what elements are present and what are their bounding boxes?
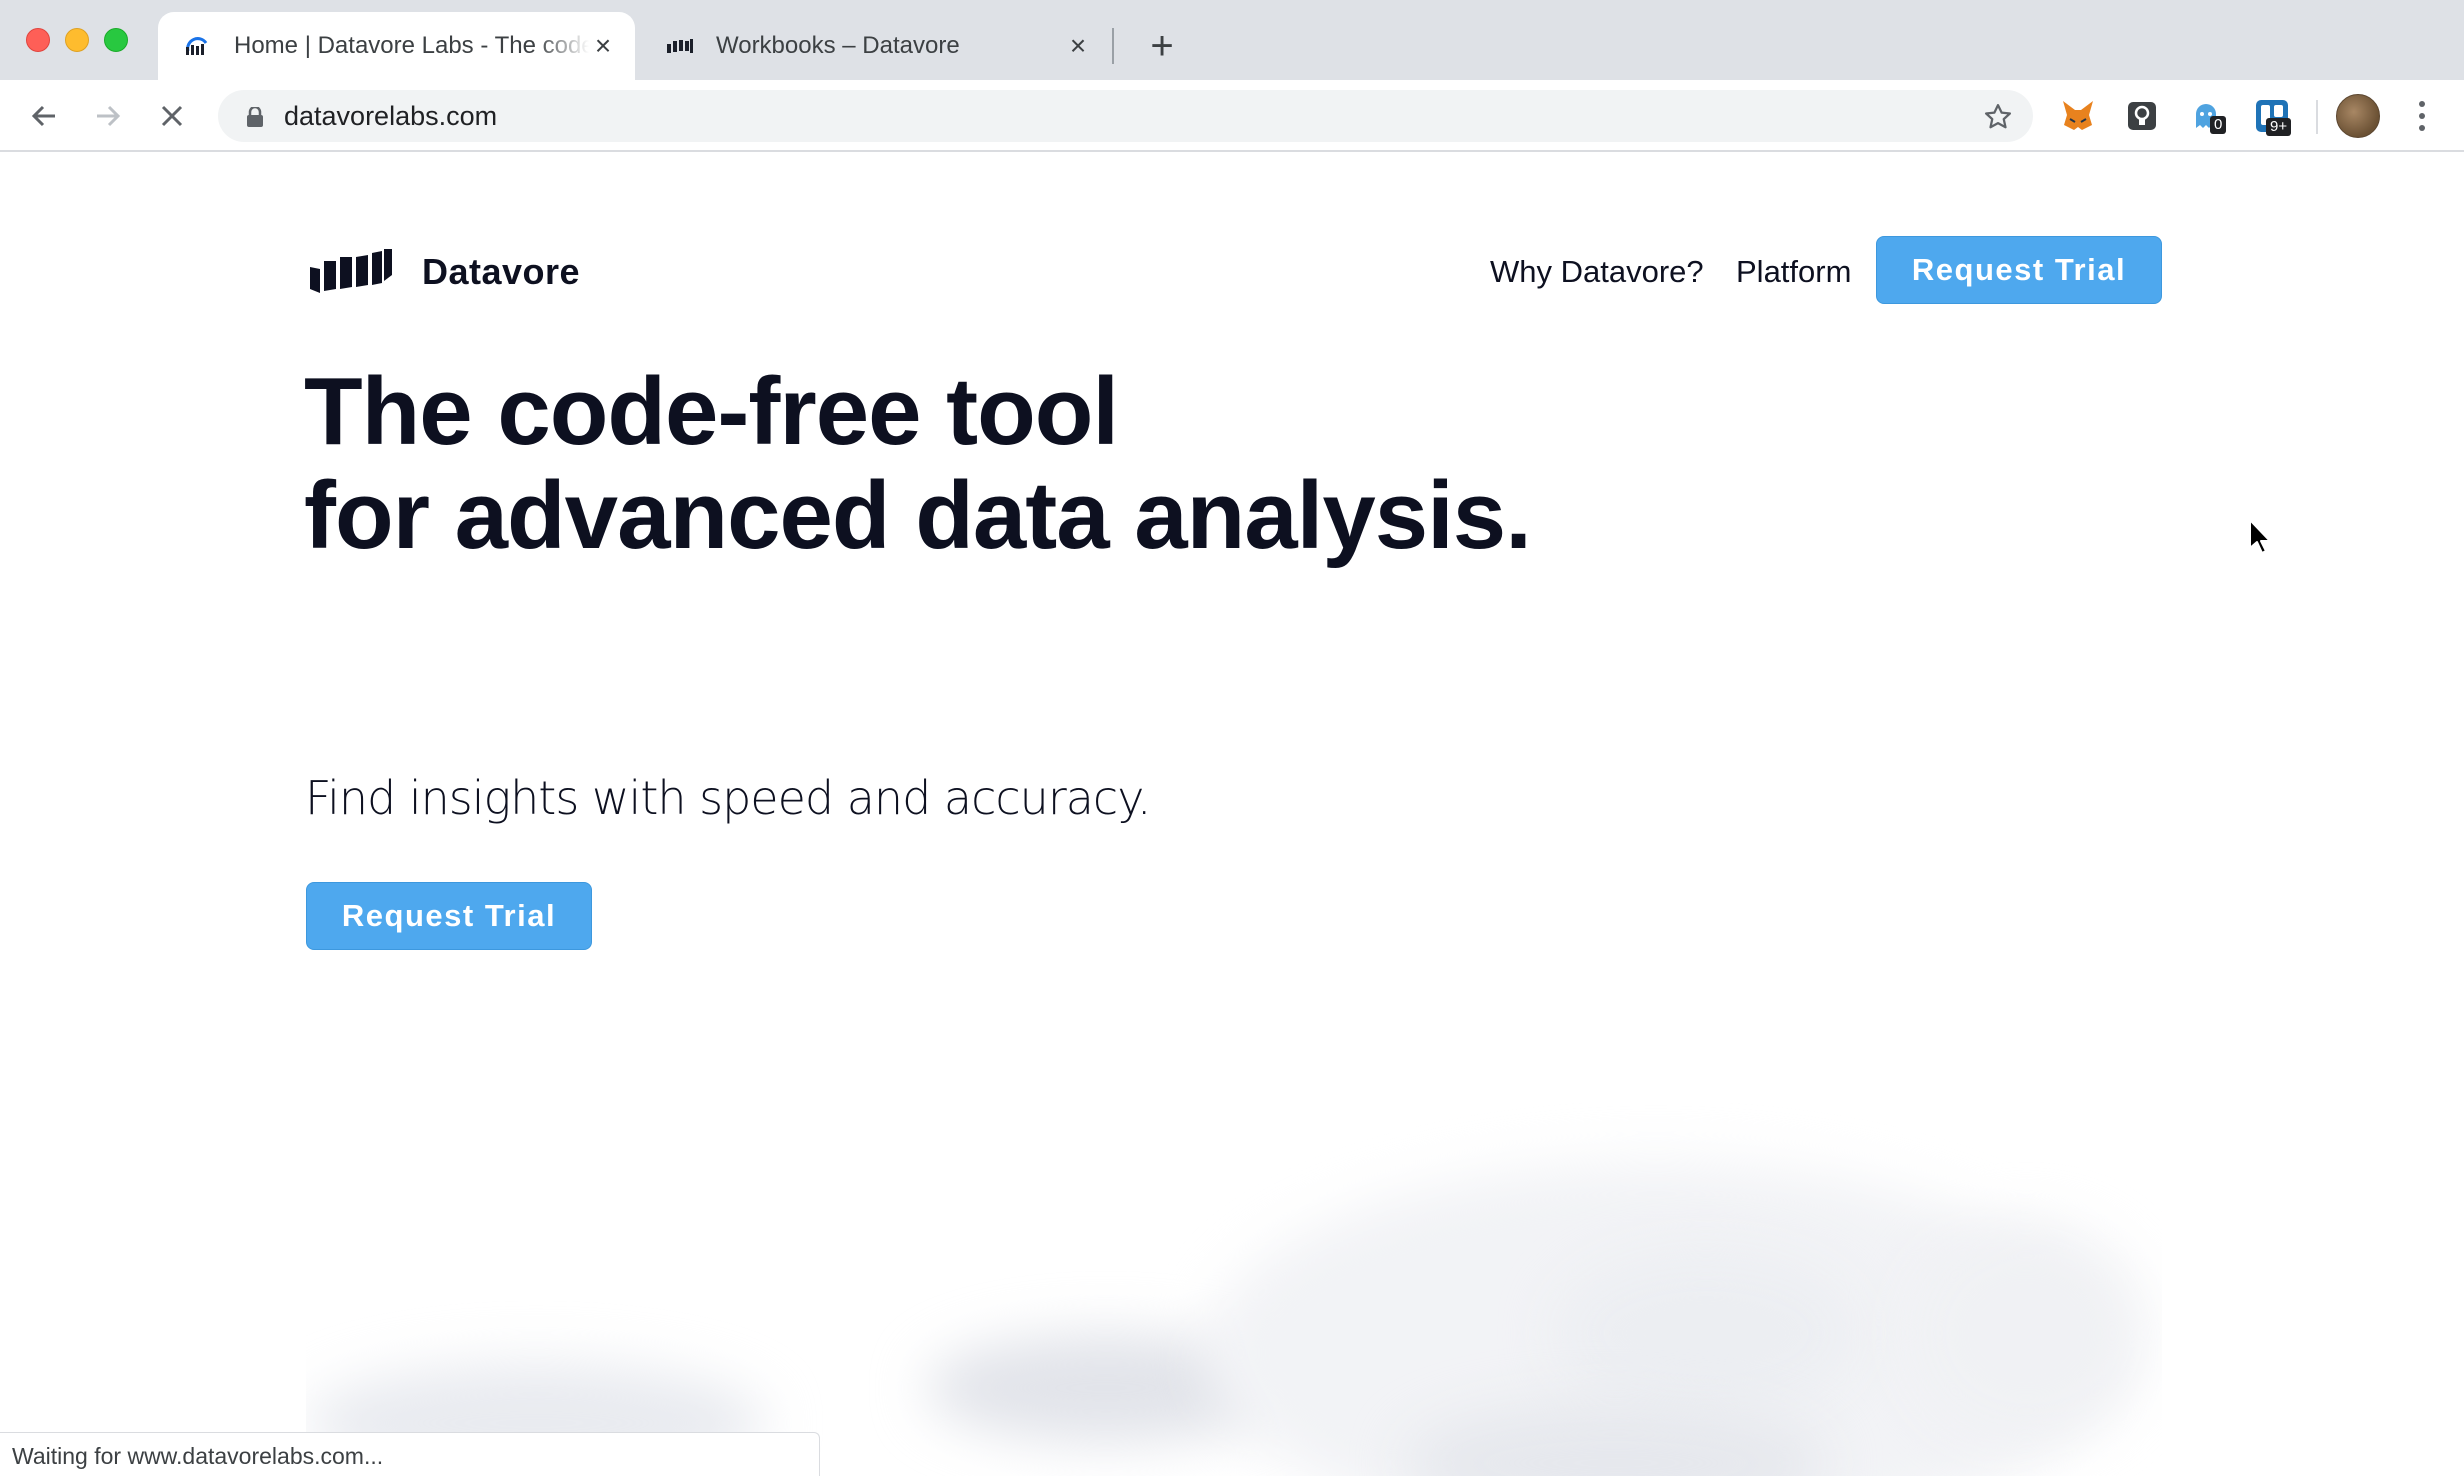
- tab-title: Home | Datavore Labs - The code-free too…: [234, 32, 589, 59]
- brand-name: Datavore: [422, 251, 581, 292]
- loading-favicon-icon: [184, 35, 212, 57]
- browser-tab-active[interactable]: Home | Datavore Labs - The code-free too…: [158, 12, 635, 80]
- close-tab-icon[interactable]: ×: [589, 30, 617, 61]
- datavore-favicon-icon: [666, 35, 694, 57]
- extension-badge: 9+: [2266, 118, 2292, 136]
- extension-badge: 0: [2210, 116, 2227, 134]
- window-close-button[interactable]: [26, 28, 50, 52]
- product-screenshot-loading: [306, 1103, 2162, 1476]
- browser-tab-strip: Home | Datavore Labs - The code-free too…: [0, 0, 2464, 80]
- back-arrow-icon[interactable]: [20, 92, 68, 140]
- mouse-cursor-icon: [2248, 518, 2274, 561]
- browser-status-bar: Waiting for www.datavorelabs.com...: [0, 1432, 820, 1476]
- ghost-extension-icon[interactable]: 0: [2186, 96, 2227, 136]
- stop-loading-icon[interactable]: [148, 92, 196, 140]
- hero-headline: The code-free tool for advanced data ana…: [304, 358, 1532, 569]
- hero-request-trial-button[interactable]: Request Trial: [306, 882, 592, 950]
- hero-headline-line-2: for advanced data analysis.: [304, 462, 1532, 569]
- tab-separator: [1112, 28, 1114, 64]
- nav-request-trial-button[interactable]: Request Trial: [1876, 236, 2162, 304]
- browser-toolbar: datavorelabs.com 0 9+: [0, 80, 2464, 152]
- webpage: Datavore Why Datavore? Platform Request …: [0, 153, 2464, 1476]
- nav-link-platform[interactable]: Platform: [1736, 254, 1851, 290]
- site-logo[interactable]: Datavore: [310, 249, 580, 295]
- fox-extension-icon[interactable]: [2058, 96, 2098, 136]
- bookmark-star-icon[interactable]: [1983, 102, 2013, 137]
- browser-tab-workbooks[interactable]: Workbooks – Datavore ×: [640, 12, 1110, 80]
- lock-icon: [246, 105, 264, 132]
- address-bar[interactable]: datavorelabs.com: [218, 90, 2033, 142]
- datavore-logo-icon: [310, 249, 392, 295]
- tab-title: Workbooks – Datavore: [716, 32, 960, 59]
- browser-menu-icon[interactable]: [2410, 96, 2434, 136]
- bulb-extension-icon[interactable]: [2122, 96, 2162, 136]
- hero-subheading: Find insights with speed and accuracy.: [305, 771, 1152, 825]
- extensions-separator: [2316, 100, 2318, 134]
- hero-headline-line-1: The code-free tool: [304, 358, 1119, 465]
- forward-arrow-icon[interactable]: [84, 92, 132, 140]
- close-tab-icon[interactable]: ×: [1064, 30, 1092, 61]
- url-text: datavorelabs.com: [284, 101, 498, 131]
- nav-link-why-datavore[interactable]: Why Datavore?: [1490, 254, 1704, 290]
- profile-avatar[interactable]: [2336, 94, 2380, 138]
- trello-extension-icon[interactable]: 9+: [2252, 96, 2292, 136]
- window-maximize-button[interactable]: [104, 28, 128, 52]
- new-tab-icon[interactable]: +: [1142, 24, 1182, 68]
- window-minimize-button[interactable]: [65, 28, 89, 52]
